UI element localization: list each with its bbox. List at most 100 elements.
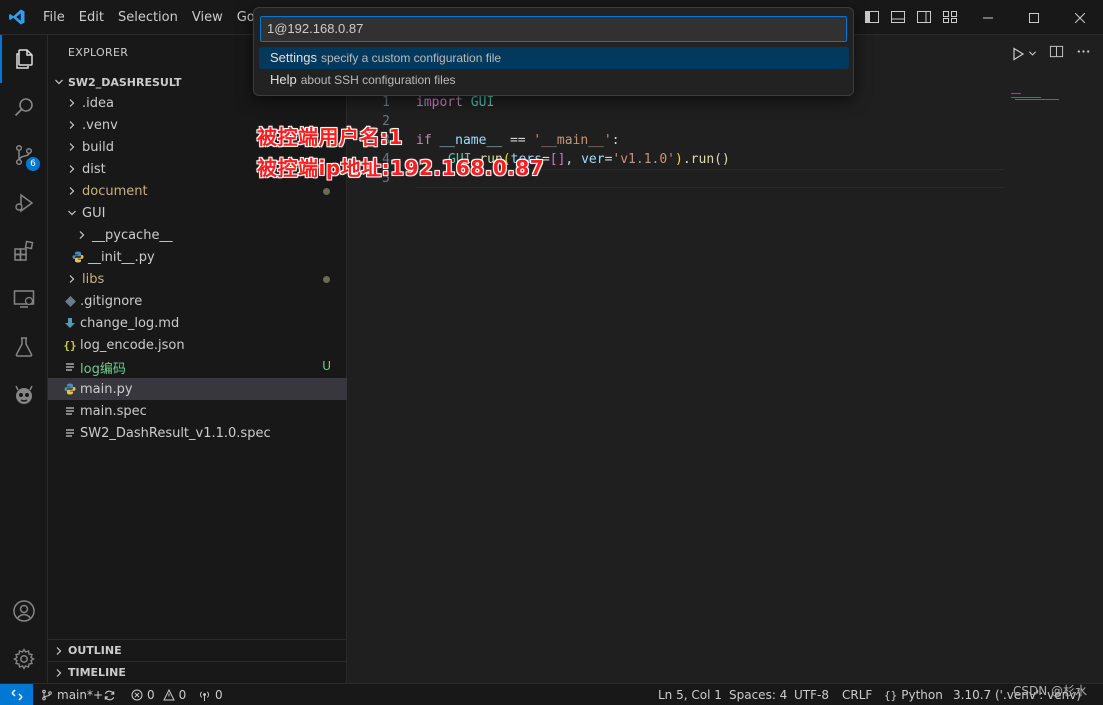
quick-pick-input[interactable]: 1@192.168.0.87 — [260, 16, 847, 42]
language-mode[interactable]: {} Python — [884, 684, 943, 705]
maximize-button[interactable] — [1011, 0, 1057, 35]
menu-view[interactable]: View — [185, 0, 230, 35]
explorer-icon[interactable] — [0, 35, 48, 83]
extensions-icon[interactable] — [0, 227, 48, 275]
chevron-right-icon — [64, 117, 80, 133]
tree-item-label: __pycache__ — [92, 227, 173, 243]
chevron-down-icon — [54, 77, 68, 87]
chevron-right-icon — [64, 139, 80, 155]
tree-item-label: log_encode.json — [80, 337, 185, 353]
ports-status[interactable]: 0 — [198, 684, 223, 705]
error-count: 0 — [147, 687, 155, 702]
menu-bar: File Edit Selection View Go — [36, 0, 262, 35]
minimap[interactable] — [1011, 92, 1059, 102]
cursor-position[interactable]: Ln 5, Col 1 — [658, 684, 722, 705]
toggle-secondary-sidebar-icon[interactable] — [916, 9, 932, 25]
method-call-token: .run() — [682, 152, 730, 167]
tree-item-label: change_log.md — [80, 315, 180, 331]
more-actions-icon[interactable] — [1076, 44, 1091, 63]
tree-item-gitignore[interactable]: .gitignore — [48, 290, 347, 312]
sync-icon — [104, 690, 115, 700]
vscode-logo-icon[interactable] — [8, 8, 26, 26]
outline-label: OUTLINE — [68, 644, 122, 657]
gitignore-file-icon — [62, 293, 78, 309]
quick-pick: 1@192.168.0.87 Settings specify a custom … — [253, 7, 854, 96]
chevron-right-icon — [64, 95, 80, 111]
annotation-username: 被控端用户名:1 — [257, 125, 403, 149]
encoding-status[interactable]: UTF-8 — [794, 684, 829, 705]
untracked-status: U — [322, 359, 331, 373]
remote-icon — [10, 689, 23, 701]
chevron-right-icon — [64, 183, 80, 199]
source-control-icon[interactable]: 6 — [0, 131, 48, 179]
tree-item-main-py[interactable]: main.py — [48, 378, 347, 400]
search-icon[interactable] — [0, 83, 48, 131]
branch-name: main*+ — [57, 687, 104, 702]
run-debug-icon[interactable] — [0, 179, 48, 227]
python-file-icon — [62, 381, 78, 397]
menu-selection[interactable]: Selection — [111, 0, 185, 35]
platformio-icon[interactable] — [0, 371, 48, 419]
git-branch-status[interactable]: main*+ — [41, 684, 103, 705]
customize-layout-icon[interactable] — [942, 9, 958, 25]
toggle-primary-sidebar-icon[interactable] — [864, 9, 880, 25]
editor-area: 1 import GUI 2 3 if __name__ == '__main_… — [348, 35, 1103, 683]
toggle-panel-icon[interactable] — [890, 9, 906, 25]
settings-gear-icon[interactable] — [0, 635, 48, 683]
split-editor-icon[interactable] — [1049, 44, 1064, 63]
tree-item-pycache[interactable]: __pycache__ — [48, 224, 347, 246]
remote-explorer-icon[interactable] — [0, 275, 48, 323]
markdown-file-icon — [62, 315, 78, 331]
code-line: 2 — [348, 112, 1103, 131]
sync-button[interactable] — [103, 684, 116, 705]
tree-item-init-py[interactable]: __init__.py — [48, 246, 347, 268]
string-token: '__main__' — [533, 133, 612, 148]
string-token: 'v1.1.0' — [612, 152, 676, 167]
tree-item-label: dist — [82, 161, 106, 177]
accounts-icon[interactable] — [0, 587, 48, 635]
keyword-token: import — [416, 95, 463, 110]
remote-indicator[interactable] — [0, 684, 33, 705]
keyword-token: if — [416, 133, 432, 148]
tree-item-label: document — [82, 183, 148, 199]
tree-item-label: build — [82, 139, 114, 155]
tree-item-main-spec[interactable]: main.spec — [48, 400, 347, 422]
tree-item-sw2-spec[interactable]: SW2_DashResult_v1.1.0.spec — [48, 422, 347, 444]
menu-file[interactable]: File — [36, 0, 72, 35]
tree-item-libs[interactable]: libs — [48, 268, 347, 290]
tree-item-label: log编码 — [80, 361, 126, 377]
chevron-right-icon — [64, 271, 80, 287]
sidebar-title: EXPLORER — [68, 46, 129, 59]
tree-item-change-log-md[interactable]: change_log.md — [48, 312, 347, 334]
tree-item-label: GUI — [82, 205, 106, 221]
workspace-folder-name: SW2_DASHRESULT — [68, 75, 182, 89]
indentation-status[interactable]: Spaces: 4 — [729, 684, 787, 705]
quick-pick-item-settings[interactable]: Settings specify a custom configuration f… — [259, 47, 849, 69]
tree-item-log-encoding[interactable]: log编码 U — [48, 356, 347, 378]
chevron-right-icon — [54, 668, 68, 678]
colon-token: : — [611, 133, 620, 148]
language-label: Python — [901, 687, 943, 702]
timeline-section[interactable]: TIMELINE — [48, 661, 347, 683]
testing-icon[interactable] — [0, 323, 48, 371]
text-file-icon — [62, 359, 78, 375]
quick-pick-item-help[interactable]: Help about SSH configuration files — [259, 69, 849, 91]
run-python-file-icon[interactable] — [1011, 46, 1037, 61]
minimize-button[interactable] — [965, 0, 1011, 35]
tree-item-label: .gitignore — [80, 293, 143, 309]
outline-section[interactable]: OUTLINE — [48, 639, 347, 661]
modified-dot-icon — [323, 188, 330, 195]
tree-item-document[interactable]: document — [48, 180, 347, 202]
menu-edit[interactable]: Edit — [72, 0, 111, 35]
eol-status[interactable]: CRLF — [842, 684, 872, 705]
tree-item-gui[interactable]: GUI — [48, 202, 347, 224]
error-icon — [131, 689, 143, 701]
tree-item-label: SW2_DashResult_v1.1.0.spec — [80, 425, 271, 441]
problems-status[interactable]: 0 0 — [131, 684, 186, 705]
warning-icon — [162, 689, 175, 701]
quick-pick-item-label: Settings — [270, 50, 317, 65]
quick-pick-item-description: specify a custom configuration file — [320, 51, 502, 65]
close-button[interactable] — [1057, 0, 1103, 35]
tree-item-log-encode-json[interactable]: {} log_encode.json — [48, 334, 347, 356]
quick-pick-item-description: about SSH configuration files — [300, 73, 456, 87]
